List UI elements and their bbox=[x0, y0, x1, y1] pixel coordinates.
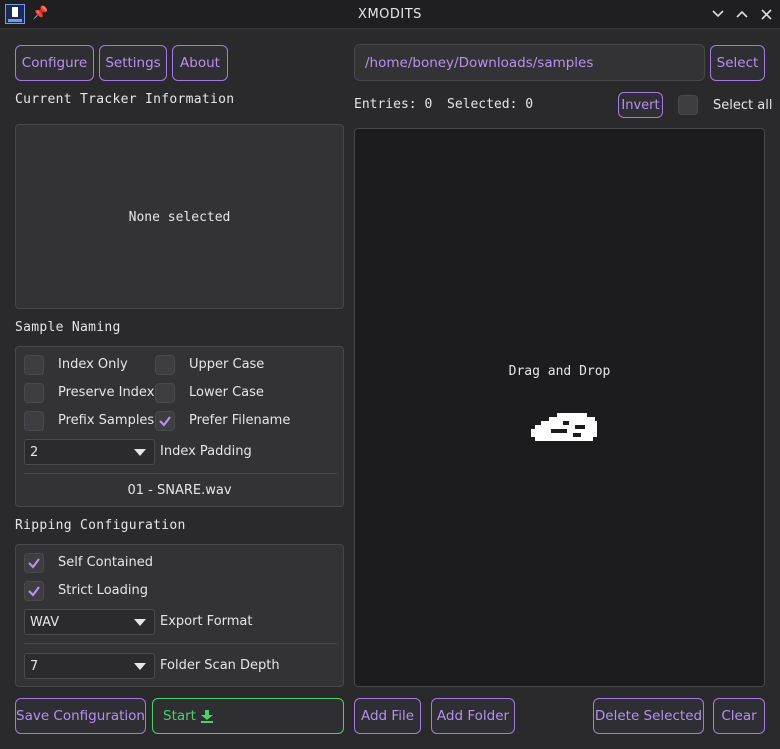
index-padding-value: 2 bbox=[30, 444, 39, 460]
chevron-up-icon[interactable] bbox=[732, 4, 752, 24]
caret-down-icon bbox=[134, 619, 146, 626]
save-configuration-button[interactable]: Save Configuration bbox=[15, 698, 146, 734]
clear-button[interactable]: Clear bbox=[713, 698, 765, 734]
tracker-status: None selected bbox=[128, 210, 231, 225]
strict-loading-label: Strict Loading bbox=[58, 583, 148, 598]
scan-depth-value: 7 bbox=[30, 658, 39, 674]
lower-case-checkbox[interactable] bbox=[155, 383, 175, 403]
drag-drop-text: Drag and Drop bbox=[508, 364, 611, 379]
download-icon bbox=[200, 709, 213, 723]
prefix-samples-checkbox[interactable] bbox=[24, 411, 44, 431]
settings-button[interactable]: Settings bbox=[99, 45, 167, 81]
add-folder-button[interactable]: Add Folder bbox=[431, 698, 515, 734]
drop-area[interactable]: Drag and Drop bbox=[354, 128, 765, 687]
close-icon[interactable] bbox=[756, 4, 776, 24]
prefer-filename-checkbox[interactable] bbox=[155, 411, 175, 431]
window-title: XMODITS bbox=[358, 7, 422, 22]
add-file-button[interactable]: Add File bbox=[354, 698, 421, 734]
floppy-drop-icon bbox=[531, 413, 597, 441]
selected-count: Selected: 0 bbox=[447, 97, 534, 112]
scan-depth-label: Folder Scan Depth bbox=[160, 658, 280, 673]
self-contained-checkbox[interactable] bbox=[24, 553, 44, 573]
lower-case-label: Lower Case bbox=[189, 385, 264, 400]
path-value: /home/boney/Downloads/samples bbox=[365, 54, 594, 71]
export-format-dropdown[interactable]: WAV bbox=[24, 609, 155, 635]
ripping-heading: Ripping Configuration bbox=[15, 518, 186, 533]
start-button[interactable]: Start bbox=[152, 698, 344, 734]
title-bar: 📌 XMODITS bbox=[0, 0, 780, 29]
divider bbox=[24, 473, 337, 474]
divider bbox=[24, 643, 337, 644]
select-all-label: Select all bbox=[713, 98, 773, 113]
upper-case-label: Upper Case bbox=[189, 357, 265, 372]
entries-count: Entries: 0 bbox=[354, 97, 433, 112]
export-format-label: Export Format bbox=[160, 614, 253, 629]
upper-case-checkbox[interactable] bbox=[155, 355, 175, 375]
delete-selected-button[interactable]: Delete Selected bbox=[593, 698, 704, 734]
export-format-value: WAV bbox=[30, 614, 60, 630]
strict-loading-checkbox[interactable] bbox=[24, 581, 44, 601]
sample-naming-panel: Index Only Upper Case Preserve Index Low… bbox=[15, 346, 344, 507]
ripping-panel: Self Contained Strict Loading WAV Export… bbox=[15, 544, 344, 687]
start-label: Start bbox=[163, 708, 196, 724]
index-padding-label: Index Padding bbox=[160, 444, 252, 459]
index-only-checkbox[interactable] bbox=[24, 355, 44, 375]
invert-button[interactable]: Invert bbox=[618, 92, 663, 118]
checkmark-icon bbox=[28, 558, 40, 569]
path-input[interactable]: /home/boney/Downloads/samples bbox=[354, 44, 705, 81]
configure-button[interactable]: Configure bbox=[15, 45, 94, 81]
about-button[interactable]: About bbox=[172, 45, 228, 81]
preserve-index-checkbox[interactable] bbox=[24, 383, 44, 403]
index-padding-dropdown[interactable]: 2 bbox=[24, 439, 155, 465]
self-contained-label: Self Contained bbox=[58, 555, 154, 570]
caret-down-icon bbox=[134, 663, 146, 670]
chevron-down-icon[interactable] bbox=[708, 4, 728, 24]
tracker-info-heading: Current Tracker Information bbox=[15, 92, 235, 107]
select-button[interactable]: Select bbox=[710, 45, 765, 81]
tracker-info-panel: None selected bbox=[15, 124, 344, 309]
index-only-label: Index Only bbox=[58, 357, 128, 372]
caret-down-icon bbox=[134, 449, 146, 456]
filename-preview: 01 - SNARE.wav bbox=[127, 483, 232, 498]
select-all-checkbox[interactable] bbox=[678, 95, 698, 115]
folder-scan-depth-dropdown[interactable]: 7 bbox=[24, 653, 155, 679]
prefix-samples-label: Prefix Samples bbox=[58, 413, 155, 428]
checkmark-icon bbox=[159, 416, 171, 427]
prefer-filename-label: Prefer Filename bbox=[189, 413, 291, 428]
checkmark-icon bbox=[28, 586, 40, 597]
sample-naming-heading: Sample Naming bbox=[15, 320, 121, 335]
preserve-index-label: Preserve Index bbox=[58, 385, 155, 400]
